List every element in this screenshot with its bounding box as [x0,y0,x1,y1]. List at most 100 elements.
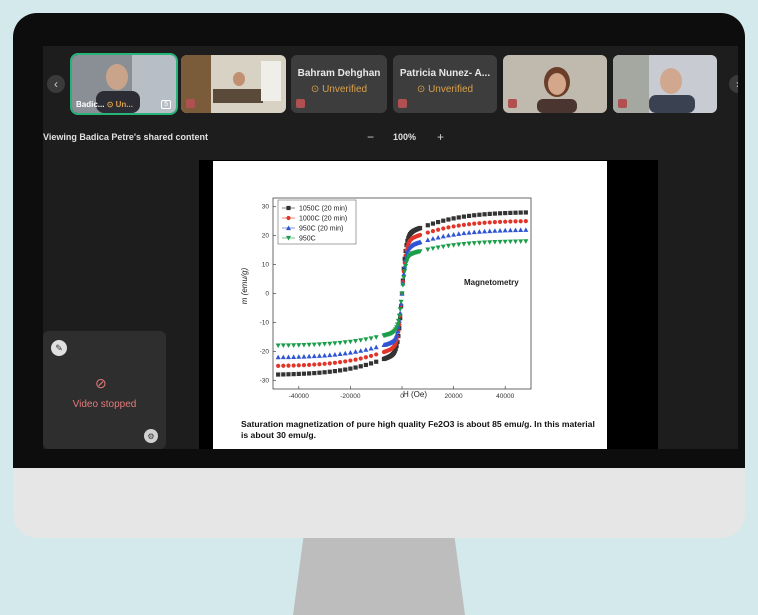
data-point [301,362,307,368]
data-point [497,219,503,225]
y-tick-label: 0 [265,291,269,298]
data-point [507,227,513,233]
legend-marker [286,205,291,211]
meeting-screen: ‹ Badic... ⊙ Un... 5 Bahram Dehghan ⊙ Un… [43,46,738,449]
legend-label: 950C (20 min) [299,226,343,233]
data-point [322,352,328,358]
data-point [342,350,348,356]
data-point [523,210,528,215]
data-point [461,214,467,219]
data-point [398,299,404,305]
data-point [373,335,379,340]
data-point [456,231,462,236]
data-point [291,343,297,348]
data-point [306,342,312,348]
participant-tile-2[interactable] [181,55,286,113]
mic-off-icon [508,99,517,108]
participant-name: Bahram Dehghan [297,68,381,79]
data-point [441,226,446,231]
zoom-in-button[interactable]: + [437,130,444,144]
data-point [513,239,519,245]
data-point [363,355,368,360]
data-point [347,350,353,355]
data-point [441,218,446,223]
data-point [397,307,403,312]
strip-right-arrow-icon[interactable]: › [729,75,738,93]
mic-off-icon [618,99,627,108]
data-point [368,361,374,366]
participant-tile-6[interactable] [613,55,717,113]
data-point [513,219,518,224]
data-point [353,357,358,362]
data-point [471,229,477,235]
data-point [332,360,338,365]
data-point [317,362,322,367]
participant-tile-1[interactable]: Badic... ⊙ Un... 5 [70,53,178,115]
data-point [307,362,312,367]
data-point [461,230,467,236]
participant-photo [181,55,286,113]
shared-content-label: Viewing Badica Petre's shared content [43,132,209,142]
data-point [312,362,317,367]
data-point [476,240,482,246]
data-point [492,220,497,225]
data-point [436,219,441,225]
data-point [430,221,436,226]
data-point [332,369,338,374]
strip-left-arrow-icon[interactable]: ‹ [47,75,65,93]
self-view-tile[interactable]: ✎ ⊘ Video stopped ⚙ [43,331,166,449]
data-point [353,365,358,370]
data-point [518,227,524,233]
x-tick-label: 20000 [445,393,463,400]
mic-off-icon [186,99,195,108]
data-point [322,342,328,347]
data-point [343,367,348,372]
data-point [492,211,497,216]
data-point [507,239,513,245]
legend-label: 950C [299,236,316,243]
data-point [358,364,363,369]
data-point [275,354,281,360]
participant-name: Patricia Nunez- A... [399,68,491,79]
data-point [425,230,430,235]
data-point [436,227,441,232]
data-point [466,222,472,227]
data-point [312,370,317,376]
data-point [311,342,317,348]
data-point [285,354,291,360]
data-point [374,352,379,357]
data-point [451,224,456,229]
participant-tile-3[interactable]: Bahram Dehghan ⊙ Unverified [291,55,387,113]
data-point [446,225,451,230]
data-point [353,338,359,344]
data-point [466,213,472,218]
monitor-stand [293,538,465,615]
data-point [523,239,529,244]
data-point [291,372,296,377]
data-point [301,354,307,359]
data-point [451,243,457,248]
data-point [301,371,307,376]
data-point [368,345,374,351]
data-point [286,363,291,368]
participant-tile-4[interactable]: Patricia Nunez- A... ⊙ Unverified [393,55,497,113]
y-tick-label: -20 [260,348,270,355]
zoom-out-button[interactable]: − [367,130,374,144]
y-tick-label: 20 [262,233,270,240]
participant-count-badge: 5 [161,100,171,109]
camera-off-icon: ⊘ [95,375,107,391]
data-point [417,225,423,231]
mic-off-icon [398,99,407,108]
participant-tile-5[interactable] [503,55,607,113]
data-point [503,210,508,216]
data-point [472,221,477,226]
data-point [337,368,343,373]
data-point [363,362,368,368]
data-point [281,372,286,377]
data-point [497,227,503,233]
data-point [425,237,431,242]
data-point [337,351,343,357]
gear-icon[interactable]: ⚙ [144,429,158,443]
data-point [342,340,348,345]
pin-icon[interactable]: ✎ [51,340,67,356]
